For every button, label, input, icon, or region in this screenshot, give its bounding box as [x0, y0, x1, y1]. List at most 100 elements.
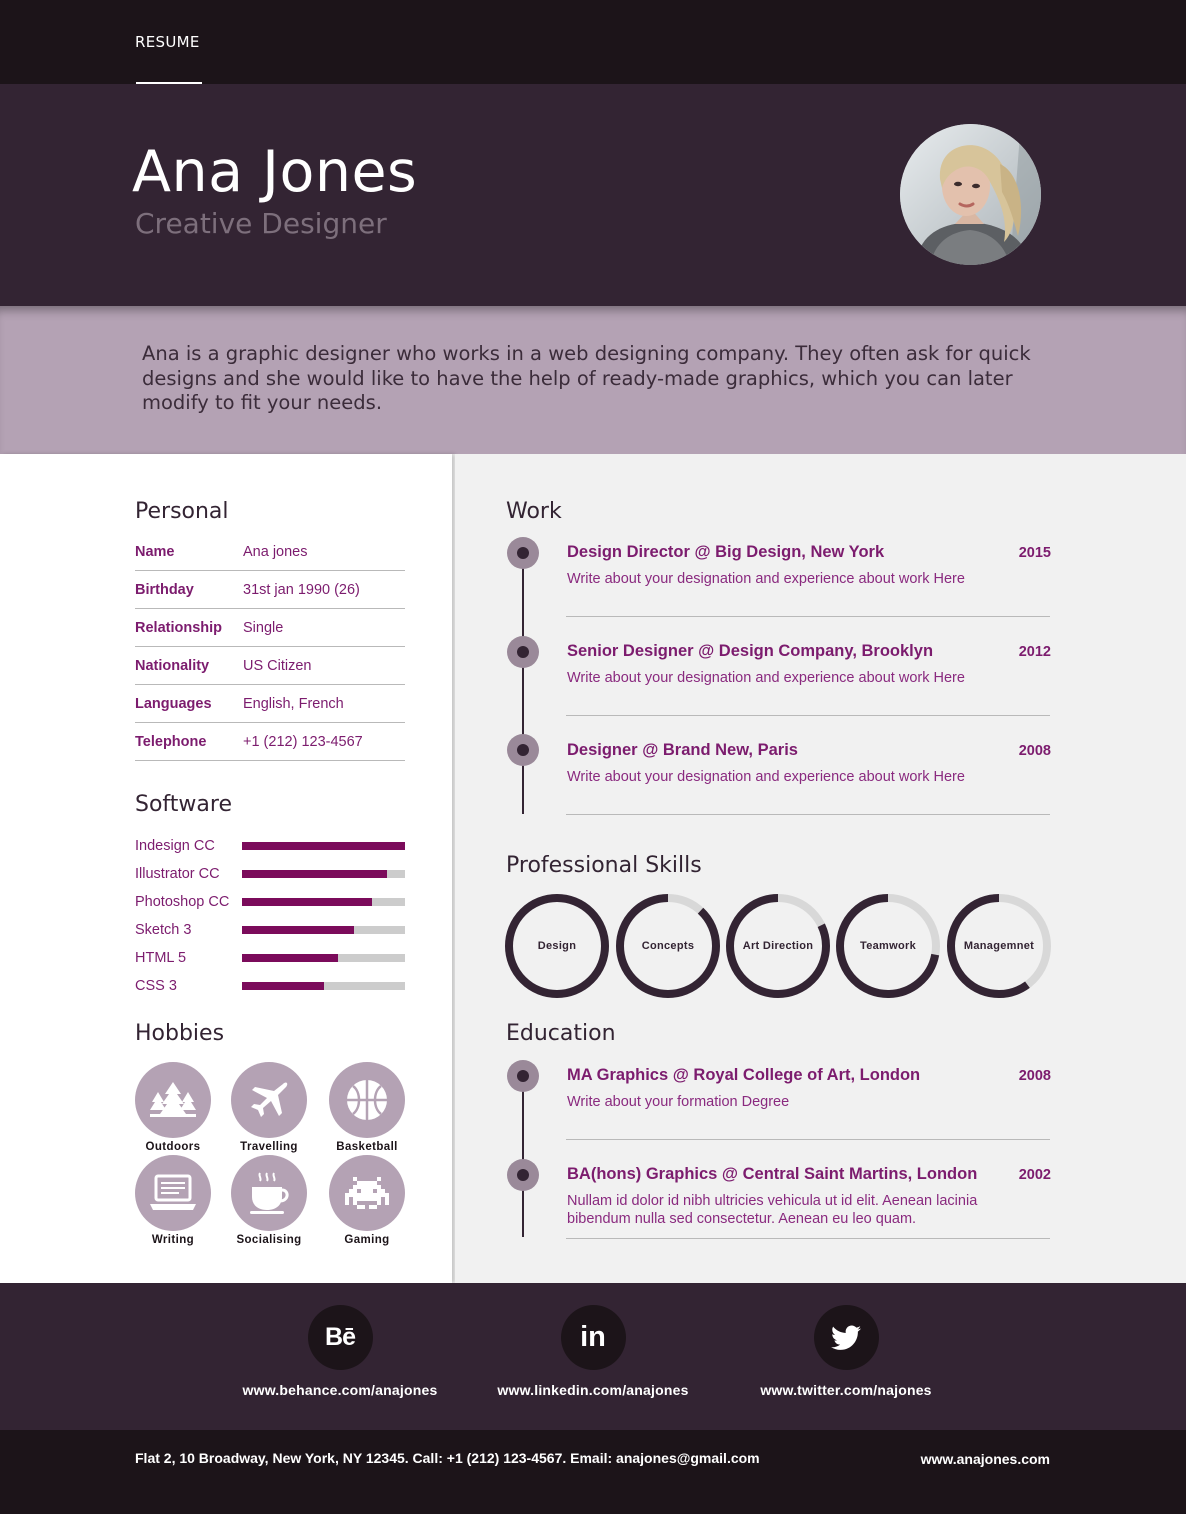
software-bar-track — [242, 898, 405, 906]
skill-label: Concepts — [641, 940, 695, 952]
work-divider — [566, 814, 1050, 815]
personal-value: Single — [243, 620, 284, 636]
avatar-portrait — [900, 124, 1041, 265]
space-invader-icon — [345, 1177, 389, 1209]
software-item: Photoshop CC — [135, 892, 405, 920]
skill-label: Art Direction — [742, 940, 814, 952]
skill-ring: Teamwork — [836, 894, 940, 998]
social-url[interactable]: www.behance.com/anajones — [220, 1382, 460, 1398]
hobby-writing: Writing — [128, 1155, 218, 1246]
social-linkedin[interactable]: in www.linkedin.com/anajones — [473, 1305, 713, 1398]
work-year-0: 2015 — [1018, 545, 1051, 561]
summary-band: Ana is a graphic designer who works in a… — [0, 306, 1186, 454]
hobby-label: Basketball — [336, 1141, 398, 1153]
education-timeline-line — [522, 1075, 524, 1237]
education-desc-0: Write about your formation Degree — [567, 1094, 790, 1110]
nav-resume[interactable]: RESUME — [135, 33, 200, 51]
hobby-circle — [135, 1062, 211, 1138]
timeline-dot — [507, 1060, 539, 1092]
twitter-icon[interactable] — [813, 1305, 879, 1370]
airplane-icon — [251, 1082, 288, 1117]
software-name: HTML 5 — [135, 950, 187, 966]
hobby-gaming: Gaming — [322, 1155, 412, 1246]
job-role: Creative Designer — [135, 207, 387, 240]
hobby-label: Socialising — [236, 1234, 302, 1246]
hobby-circle — [135, 1155, 211, 1231]
hobby-basketball: Basketball — [322, 1062, 412, 1153]
skill-label: Teamwork — [860, 940, 916, 952]
software-bar-fill — [242, 926, 355, 934]
profile-header: Ana Jones Creative Designer — [0, 84, 1186, 306]
education-year-0: 2008 — [1018, 1068, 1051, 1084]
work-timeline-line — [522, 552, 524, 814]
laptop-icon — [150, 1174, 196, 1210]
top-nav: RESUME — [0, 0, 1186, 84]
education-title-0: MA Graphics @ Royal College of Art, Lond… — [567, 1066, 921, 1084]
personal-value: 31st jan 1990 (26) — [243, 582, 360, 598]
hobby-circle — [329, 1155, 405, 1231]
software-title: Software — [135, 792, 232, 817]
social-url[interactable]: www.twitter.com/najones — [726, 1382, 966, 1398]
hobby-circle — [231, 1062, 307, 1138]
behance-icon[interactable]: Bē — [307, 1305, 373, 1370]
hobby-circle — [329, 1062, 405, 1138]
trees-icon — [150, 1082, 196, 1117]
work-desc-0: Write about your designation and experie… — [567, 571, 965, 587]
education-year-1: 2002 — [1018, 1167, 1051, 1183]
hobby-label: Gaming — [344, 1234, 390, 1246]
work-title-2: Designer @ Brand New, Paris — [567, 741, 798, 759]
skill-ring: Concepts — [616, 894, 720, 998]
education-title-1: BA(hons) Graphics @ Central Saint Martin… — [567, 1165, 978, 1183]
footer-address: Flat 2, 10 Broadway, New York, NY 12345.… — [135, 1450, 760, 1466]
social-behance[interactable]: Bē www.behance.com/anajones — [220, 1305, 460, 1398]
software-bar-track — [242, 870, 405, 878]
personal-row: Name Ana jones — [135, 533, 405, 571]
software-item: CSS 3 — [135, 976, 405, 1004]
software-item: Indesign CC — [135, 836, 405, 864]
software-name: CSS 3 — [135, 978, 177, 994]
linkedin-glyph: in — [580, 1321, 606, 1353]
hobby-label: Writing — [151, 1234, 195, 1246]
social-links: Bē www.behance.com/anajones in www.linke… — [0, 1283, 1186, 1430]
work-desc-2: Write about your designation and experie… — [567, 769, 965, 785]
social-twitter[interactable]: www.twitter.com/najones — [726, 1305, 966, 1398]
work-title-0: Design Director @ Big Design, New York — [567, 543, 885, 561]
timeline-dot — [507, 734, 539, 766]
work-title: Work — [506, 499, 562, 524]
software-bar-fill — [242, 898, 373, 906]
software-bar-track — [242, 842, 405, 850]
personal-value: Ana jones — [243, 544, 308, 560]
personal-key: Telephone — [135, 734, 207, 750]
footer-website[interactable]: www.anajones.com — [921, 1451, 1050, 1467]
skill-ring: Managemnet — [947, 894, 1051, 998]
personal-row: Relationship Single — [135, 609, 405, 647]
hobbies-title: Hobbies — [135, 1021, 225, 1046]
work-divider — [566, 616, 1050, 617]
software-bar-track — [242, 926, 405, 934]
software-name: Illustrator CC — [135, 866, 220, 882]
hobby-label: Travelling — [240, 1141, 298, 1153]
avatar — [900, 124, 1041, 265]
software-name: Indesign CC — [135, 838, 215, 854]
software-bar-track — [242, 982, 405, 990]
software-list: Indesign CC Illustrator CC Photoshop CC … — [135, 836, 405, 1004]
social-url[interactable]: www.linkedin.com/anajones — [473, 1382, 713, 1398]
skill-ring: Design — [505, 894, 609, 998]
software-bar-fill — [242, 982, 324, 990]
personal-key: Nationality — [135, 658, 210, 674]
personal-row: Birthday 31st jan 1990 (26) — [135, 571, 405, 609]
timeline-dot — [507, 1159, 539, 1191]
coffee-cup-icon — [250, 1172, 289, 1214]
education-desc-1: Nullam id dolor id nibh ultricies vehicu… — [567, 1193, 978, 1227]
personal-value: US Citizen — [243, 658, 312, 674]
education-title: Education — [506, 1021, 616, 1046]
software-name: Photoshop CC — [135, 894, 230, 910]
personal-key: Name — [135, 544, 175, 560]
linkedin-icon[interactable]: in — [560, 1305, 626, 1370]
work-divider — [566, 715, 1050, 716]
personal-value: English, French — [243, 696, 344, 712]
personal-key: Languages — [135, 696, 212, 712]
software-item: HTML 5 — [135, 948, 405, 976]
education-divider — [566, 1139, 1050, 1140]
work-year-1: 2012 — [1018, 644, 1051, 660]
